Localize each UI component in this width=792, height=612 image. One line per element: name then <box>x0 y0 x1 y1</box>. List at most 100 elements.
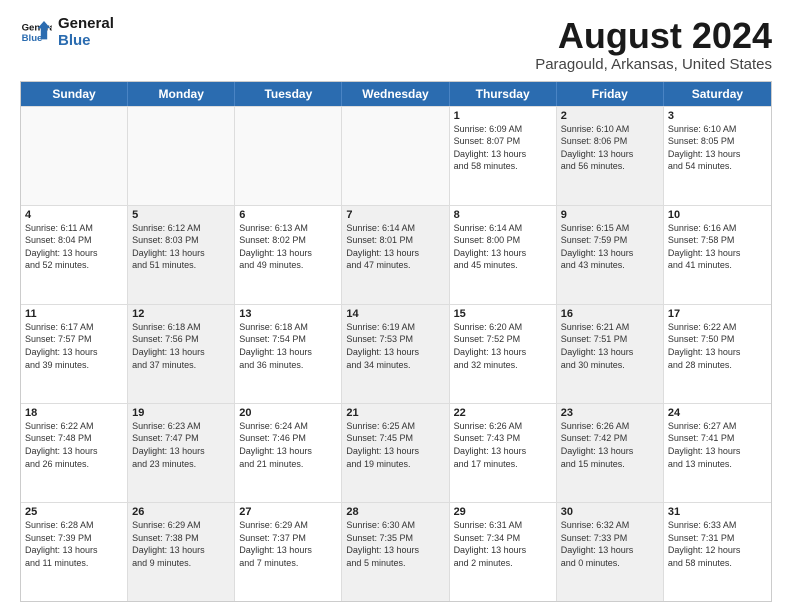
calendar-cell: 19Sunrise: 6:23 AM Sunset: 7:47 PM Dayli… <box>128 404 235 502</box>
calendar-body: 1Sunrise: 6:09 AM Sunset: 8:07 PM Daylig… <box>21 106 771 601</box>
day-info: Sunrise: 6:20 AM Sunset: 7:52 PM Dayligh… <box>454 321 552 371</box>
day-info: Sunrise: 6:17 AM Sunset: 7:57 PM Dayligh… <box>25 321 123 371</box>
day-number: 16 <box>561 308 659 320</box>
day-info: Sunrise: 6:28 AM Sunset: 7:39 PM Dayligh… <box>25 519 123 569</box>
page: General Blue General Blue August 2024 Pa… <box>0 0 792 612</box>
day-info: Sunrise: 6:23 AM Sunset: 7:47 PM Dayligh… <box>132 420 230 470</box>
day-number: 26 <box>132 506 230 518</box>
calendar-cell: 11Sunrise: 6:17 AM Sunset: 7:57 PM Dayli… <box>21 305 128 403</box>
calendar-row: 11Sunrise: 6:17 AM Sunset: 7:57 PM Dayli… <box>21 304 771 403</box>
calendar-cell: 5Sunrise: 6:12 AM Sunset: 8:03 PM Daylig… <box>128 206 235 304</box>
calendar-cell: 30Sunrise: 6:32 AM Sunset: 7:33 PM Dayli… <box>557 503 664 601</box>
calendar-row: 1Sunrise: 6:09 AM Sunset: 8:07 PM Daylig… <box>21 106 771 205</box>
calendar-cell: 12Sunrise: 6:18 AM Sunset: 7:56 PM Dayli… <box>128 305 235 403</box>
day-number: 5 <box>132 209 230 221</box>
calendar-cell: 9Sunrise: 6:15 AM Sunset: 7:59 PM Daylig… <box>557 206 664 304</box>
day-number: 24 <box>668 407 767 419</box>
day-number: 23 <box>561 407 659 419</box>
day-number: 15 <box>454 308 552 320</box>
calendar-cell: 24Sunrise: 6:27 AM Sunset: 7:41 PM Dayli… <box>664 404 771 502</box>
calendar-cell: 27Sunrise: 6:29 AM Sunset: 7:37 PM Dayli… <box>235 503 342 601</box>
day-info: Sunrise: 6:32 AM Sunset: 7:33 PM Dayligh… <box>561 519 659 569</box>
day-number: 1 <box>454 110 552 122</box>
calendar-cell: 26Sunrise: 6:29 AM Sunset: 7:38 PM Dayli… <box>128 503 235 601</box>
page-subtitle: Paragould, Arkansas, United States <box>535 56 772 73</box>
day-number: 17 <box>668 308 767 320</box>
calendar-cell: 17Sunrise: 6:22 AM Sunset: 7:50 PM Dayli… <box>664 305 771 403</box>
day-info: Sunrise: 6:26 AM Sunset: 7:42 PM Dayligh… <box>561 420 659 470</box>
day-number: 22 <box>454 407 552 419</box>
day-info: Sunrise: 6:24 AM Sunset: 7:46 PM Dayligh… <box>239 420 337 470</box>
day-number: 12 <box>132 308 230 320</box>
calendar-header: SundayMondayTuesdayWednesdayThursdayFrid… <box>21 82 771 106</box>
day-number: 7 <box>346 209 444 221</box>
day-number: 8 <box>454 209 552 221</box>
calendar-cell: 18Sunrise: 6:22 AM Sunset: 7:48 PM Dayli… <box>21 404 128 502</box>
calendar-cell: 23Sunrise: 6:26 AM Sunset: 7:42 PM Dayli… <box>557 404 664 502</box>
day-info: Sunrise: 6:14 AM Sunset: 8:00 PM Dayligh… <box>454 222 552 272</box>
calendar-row: 18Sunrise: 6:22 AM Sunset: 7:48 PM Dayli… <box>21 403 771 502</box>
day-info: Sunrise: 6:18 AM Sunset: 7:56 PM Dayligh… <box>132 321 230 371</box>
day-info: Sunrise: 6:09 AM Sunset: 8:07 PM Dayligh… <box>454 123 552 173</box>
day-number: 13 <box>239 308 337 320</box>
calendar-cell <box>128 107 235 205</box>
logo-icon: General Blue <box>20 17 52 49</box>
day-info: Sunrise: 6:22 AM Sunset: 7:50 PM Dayligh… <box>668 321 767 371</box>
logo-line2: Blue <box>58 33 114 50</box>
day-info: Sunrise: 6:31 AM Sunset: 7:34 PM Dayligh… <box>454 519 552 569</box>
calendar-cell: 21Sunrise: 6:25 AM Sunset: 7:45 PM Dayli… <box>342 404 449 502</box>
header: General Blue General Blue August 2024 Pa… <box>20 16 772 73</box>
calendar-cell: 16Sunrise: 6:21 AM Sunset: 7:51 PM Dayli… <box>557 305 664 403</box>
day-info: Sunrise: 6:21 AM Sunset: 7:51 PM Dayligh… <box>561 321 659 371</box>
day-info: Sunrise: 6:14 AM Sunset: 8:01 PM Dayligh… <box>346 222 444 272</box>
day-number: 14 <box>346 308 444 320</box>
calendar-cell: 1Sunrise: 6:09 AM Sunset: 8:07 PM Daylig… <box>450 107 557 205</box>
day-number: 11 <box>25 308 123 320</box>
calendar-cell: 29Sunrise: 6:31 AM Sunset: 7:34 PM Dayli… <box>450 503 557 601</box>
day-info: Sunrise: 6:33 AM Sunset: 7:31 PM Dayligh… <box>668 519 767 569</box>
day-number: 31 <box>668 506 767 518</box>
day-number: 6 <box>239 209 337 221</box>
day-info: Sunrise: 6:13 AM Sunset: 8:02 PM Dayligh… <box>239 222 337 272</box>
weekday-header: Monday <box>128 82 235 106</box>
svg-text:Blue: Blue <box>22 33 43 44</box>
calendar-cell <box>21 107 128 205</box>
weekday-header: Thursday <box>450 82 557 106</box>
logo-line1: General <box>58 16 114 33</box>
day-number: 20 <box>239 407 337 419</box>
calendar-row: 4Sunrise: 6:11 AM Sunset: 8:04 PM Daylig… <box>21 205 771 304</box>
day-info: Sunrise: 6:22 AM Sunset: 7:48 PM Dayligh… <box>25 420 123 470</box>
calendar-cell: 14Sunrise: 6:19 AM Sunset: 7:53 PM Dayli… <box>342 305 449 403</box>
day-info: Sunrise: 6:18 AM Sunset: 7:54 PM Dayligh… <box>239 321 337 371</box>
day-info: Sunrise: 6:25 AM Sunset: 7:45 PM Dayligh… <box>346 420 444 470</box>
day-number: 3 <box>668 110 767 122</box>
day-number: 25 <box>25 506 123 518</box>
calendar-cell: 10Sunrise: 6:16 AM Sunset: 7:58 PM Dayli… <box>664 206 771 304</box>
day-number: 18 <box>25 407 123 419</box>
day-info: Sunrise: 6:16 AM Sunset: 7:58 PM Dayligh… <box>668 222 767 272</box>
logo: General Blue General Blue <box>20 16 114 49</box>
title-block: August 2024 Paragould, Arkansas, United … <box>535 16 772 73</box>
calendar-cell: 7Sunrise: 6:14 AM Sunset: 8:01 PM Daylig… <box>342 206 449 304</box>
calendar-cell: 8Sunrise: 6:14 AM Sunset: 8:00 PM Daylig… <box>450 206 557 304</box>
weekday-header: Wednesday <box>342 82 449 106</box>
calendar-cell: 20Sunrise: 6:24 AM Sunset: 7:46 PM Dayli… <box>235 404 342 502</box>
day-info: Sunrise: 6:10 AM Sunset: 8:05 PM Dayligh… <box>668 123 767 173</box>
day-info: Sunrise: 6:11 AM Sunset: 8:04 PM Dayligh… <box>25 222 123 272</box>
weekday-header: Friday <box>557 82 664 106</box>
day-number: 21 <box>346 407 444 419</box>
calendar-cell <box>235 107 342 205</box>
day-number: 10 <box>668 209 767 221</box>
calendar-row: 25Sunrise: 6:28 AM Sunset: 7:39 PM Dayli… <box>21 502 771 601</box>
day-info: Sunrise: 6:12 AM Sunset: 8:03 PM Dayligh… <box>132 222 230 272</box>
day-info: Sunrise: 6:29 AM Sunset: 7:37 PM Dayligh… <box>239 519 337 569</box>
day-number: 2 <box>561 110 659 122</box>
day-number: 30 <box>561 506 659 518</box>
calendar-cell: 6Sunrise: 6:13 AM Sunset: 8:02 PM Daylig… <box>235 206 342 304</box>
day-info: Sunrise: 6:30 AM Sunset: 7:35 PM Dayligh… <box>346 519 444 569</box>
day-number: 28 <box>346 506 444 518</box>
weekday-header: Saturday <box>664 82 771 106</box>
calendar-cell: 13Sunrise: 6:18 AM Sunset: 7:54 PM Dayli… <box>235 305 342 403</box>
day-number: 9 <box>561 209 659 221</box>
calendar-cell: 15Sunrise: 6:20 AM Sunset: 7:52 PM Dayli… <box>450 305 557 403</box>
